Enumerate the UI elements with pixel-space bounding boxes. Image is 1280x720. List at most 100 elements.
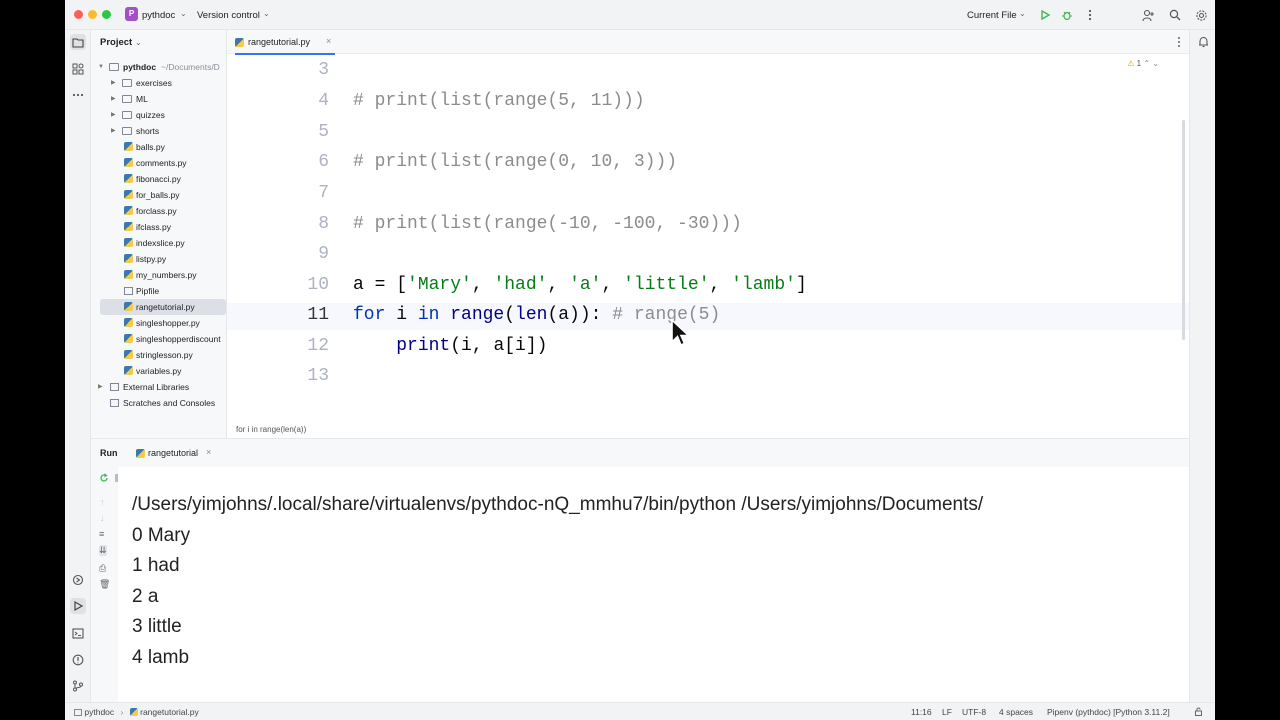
tree-file[interactable]: balls.py [91,139,226,155]
run-panel-title[interactable]: Run [100,448,118,458]
print-icon[interactable]: ⎙ [99,563,106,574]
code-line[interactable]: print(i, a[i]) [353,336,547,356]
collapsed-arrow-icon[interactable]: ▶ [111,75,116,91]
search-icon[interactable] [1167,7,1183,23]
collapsed-arrow-icon[interactable]: ▶ [111,91,116,107]
tree-file-selected[interactable]: rangetutorial.py [100,299,226,315]
run-console-output[interactable]: /Users/yimjohns/.local/share/virtualenvs… [118,467,1189,703]
tree-folder[interactable]: ▶ shorts [91,123,226,139]
tree-external-libraries[interactable]: ▶ External Libraries [91,379,226,395]
tree-file-label: my_numbers.py [136,270,197,280]
code-line[interactable]: a = ['Mary', 'had', 'a', 'little', 'lamb… [353,275,807,295]
project-badge[interactable]: P [125,7,138,21]
editor-more-icon[interactable] [1177,36,1181,50]
window-close-button[interactable] [74,10,83,19]
code-line[interactable]: # print(list(range(5, 11))) [353,91,645,111]
tree-folder[interactable]: ▶ ML [91,91,226,107]
project-tool-icon[interactable] [70,34,86,50]
tree-folder[interactable]: ▶ exercises [91,75,226,91]
git-icon[interactable] [70,678,86,694]
chevron-up-icon[interactable]: ⌃ [1143,59,1150,68]
indent-setting[interactable]: 4 spaces [999,707,1033,717]
tree-file[interactable]: singleshopperdiscount [91,331,226,347]
scroll-up-icon[interactable]: ↑ [100,497,105,507]
run-icon[interactable] [1037,7,1053,23]
notifications-bell-icon[interactable] [1195,34,1211,50]
debug-icon[interactable] [1059,7,1075,23]
python-file-icon [124,174,133,183]
trash-icon[interactable]: 🗑 [99,579,110,590]
problems-icon[interactable] [70,652,86,668]
run-tab-close-icon[interactable]: × [206,447,211,457]
tree-scratches[interactable]: Scratches and Consoles [91,395,226,411]
tab-close-icon[interactable]: × [326,36,331,46]
tree-file[interactable]: listpy.py [91,251,226,267]
run-tool-icon[interactable] [70,598,86,614]
chevron-down-icon[interactable]: ⌄ [135,38,142,47]
status-breadcrumb-project[interactable]: pythdoc [84,707,114,717]
window-minimize-button[interactable] [88,10,97,19]
add-user-icon[interactable] [1140,7,1156,23]
tree-root[interactable]: ▼ pythdoc ~/Documents/D [91,59,226,75]
status-breadcrumb-file[interactable]: rangetutorial.py [140,707,199,717]
structure-tool-icon[interactable] [70,61,86,77]
line-ending[interactable]: LF [942,707,952,717]
editor-scrollbar[interactable] [1182,120,1185,340]
tree-file[interactable]: ifclass.py [91,219,226,235]
tree-file[interactable]: variables.py [91,363,226,379]
window-maximize-button[interactable] [102,10,111,19]
breadcrumb-separator: › [120,707,124,717]
chevron-down-icon[interactable]: ⌄ [1019,9,1026,18]
tree-folder[interactable]: ▶ quizzes [91,107,226,123]
editor-tab-bar: rangetutorial.py × [227,30,1189,55]
console-line: 0 Mary [132,525,191,546]
tree-folder-label: exercises [136,78,172,88]
code-token: (i, a[i]) [450,336,548,356]
python-interpreter[interactable]: Pipenv (pythdoc) [Python 3.11.2] [1047,707,1170,717]
tree-file[interactable]: forclass.py [91,203,226,219]
more-actions-icon[interactable] [1082,7,1098,23]
tree-file[interactable]: singleshopper.py [91,315,226,331]
expanded-arrow-icon[interactable]: ▼ [98,59,104,75]
file-encoding[interactable]: UTF-8 [962,707,986,717]
lock-icon[interactable] [1194,707,1203,718]
chevron-down-icon[interactable]: ⌄ [263,9,270,18]
warning-indicator[interactable]: ⚠ 1 ⌃ ⌄ [1127,59,1159,68]
right-tool-strip [1189,30,1215,702]
code-breadcrumb[interactable]: for i in range(len(a)) [236,425,306,434]
code-token: = [ [363,275,408,295]
tree-file[interactable]: my_numbers.py [91,267,226,283]
python-console-icon[interactable] [70,572,86,588]
collapsed-arrow-icon[interactable]: ▶ [98,379,103,395]
tree-file[interactable]: Pipfile [91,283,226,299]
caret-position[interactable]: 11:16 [911,707,932,717]
code-line-current[interactable]: for i in range(len(a)): # range(5) [353,305,720,325]
terminal-icon[interactable] [70,625,86,641]
tree-file[interactable]: fibonacci.py [91,171,226,187]
settings-gear-icon[interactable] [1193,7,1209,23]
tree-file[interactable]: indexslice.py [91,235,226,251]
version-control-menu[interactable]: Version control [197,10,260,21]
collapsed-arrow-icon[interactable]: ▶ [111,123,116,139]
soft-wrap-icon[interactable]: ≡ [99,529,104,539]
collapsed-arrow-icon[interactable]: ▶ [111,107,116,123]
run-tab-label[interactable]: rangetutorial [148,448,198,458]
chevron-down-icon[interactable]: ⌄ [180,9,187,18]
more-tools-icon[interactable] [70,87,86,103]
run-config-selector[interactable]: Current File [967,10,1017,21]
editor-tab[interactable]: rangetutorial.py × [235,30,335,55]
tree-file-label: for_balls.py [136,190,180,200]
code-editor[interactable]: rangetutorial.py × ⚠ 1 ⌃ ⌄ 3 4 5 6 7 8 9… [227,30,1189,438]
tree-file[interactable]: stringlesson.py [91,347,226,363]
chevron-down-icon[interactable]: ⌄ [1152,59,1159,68]
code-line[interactable]: # print(list(range(0, 10, 3))) [353,152,677,172]
tree-file[interactable]: comments.py [91,155,226,171]
status-breadcrumb[interactable]: pythdoc › rangetutorial.py [74,707,199,717]
project-switcher[interactable]: pythdoc [142,10,175,21]
project-panel-title[interactable]: Project [100,37,132,48]
tree-file[interactable]: for_balls.py [91,187,226,203]
code-builtin: range [439,305,505,325]
scroll-down-icon[interactable]: ↓ [100,513,105,523]
scroll-to-end-icon[interactable]: ⇊ [99,545,107,556]
code-line[interactable]: # print(list(range(-10, -100, -30))) [353,214,742,234]
